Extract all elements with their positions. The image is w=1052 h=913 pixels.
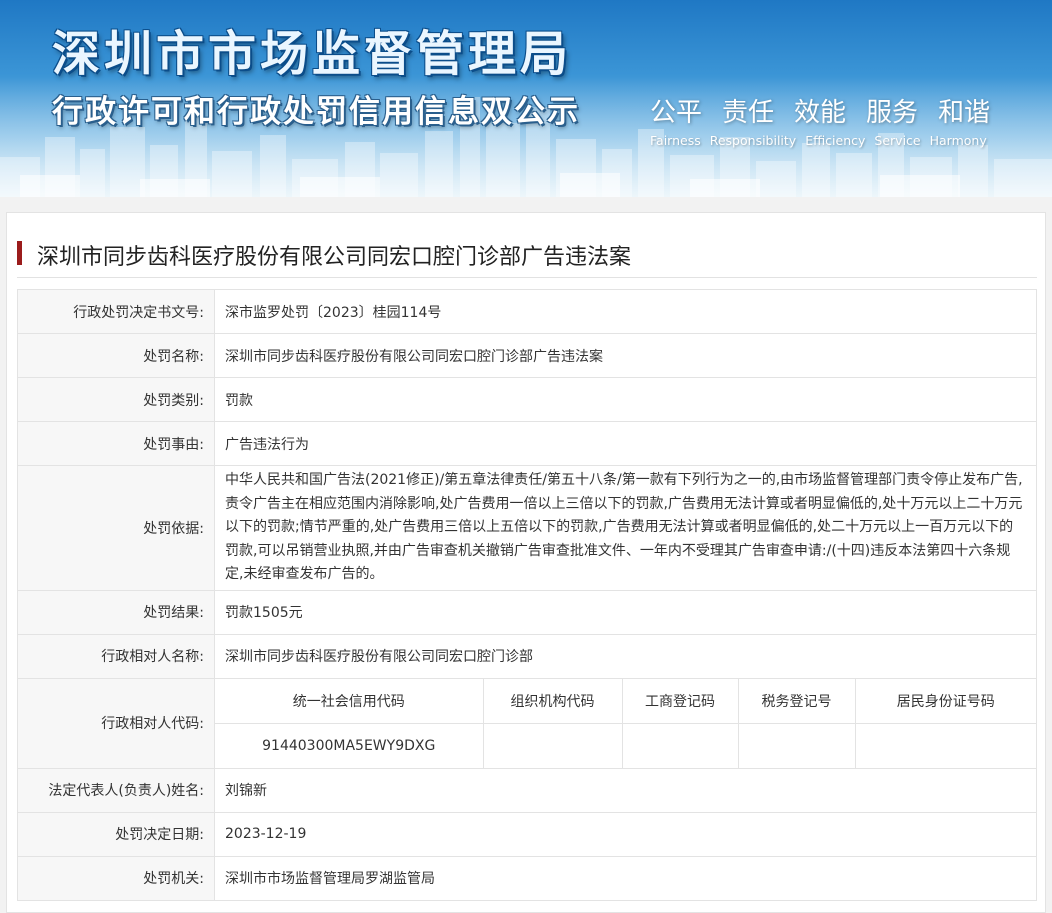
row-label: 处罚决定日期:: [17, 811, 215, 857]
table-row: 处罚机关: 深圳市市场监督管理局罗湖监管局: [17, 855, 1037, 901]
site-title: 深圳市市场监督管理局: [52, 26, 573, 82]
penalty-basis-value: 中华人民共和国广告法(2021修正)/第五章法律责任/第五十八条/第一款有下列行…: [214, 465, 1037, 591]
row-label: 行政处罚决定书文号:: [17, 289, 215, 334]
code-header: 工商登记码: [621, 678, 739, 724]
table-row: 行政相对人名称: 深圳市同步齿科医疗股份有限公司同宏口腔门诊部: [17, 633, 1037, 679]
row-label: 处罚机关:: [17, 855, 215, 901]
table-row: 处罚类别: 罚款: [17, 377, 1037, 422]
row-label: 行政相对人代码:: [17, 677, 215, 769]
slogan-word: 服务: [866, 98, 919, 128]
penalty-result-value: 罚款1505元: [214, 589, 1037, 635]
table-row: 处罚事由: 广告违法行为: [17, 421, 1037, 466]
tax-reg-value: [737, 722, 856, 768]
row-label: 处罚依据:: [17, 465, 215, 591]
code-header: 税务登记号: [737, 678, 856, 724]
decision-date-value: 2023-12-19: [214, 811, 1037, 857]
table-row: 处罚结果: 罚款1505元: [17, 589, 1037, 635]
business-reg-value: [621, 722, 739, 768]
code-value-row: 91440300MA5EWY9DXG: [215, 722, 1036, 768]
header-banner: 深圳市市场监督管理局 行政许可和行政处罚信用信息双公示 公平 责任 效能 服务 …: [0, 0, 1052, 197]
decision-number-value: 深市监罗处罚〔2023〕桂园114号: [214, 289, 1037, 334]
row-label: 行政相对人名称:: [17, 633, 215, 679]
code-header-row: 统一社会信用代码 组织机构代码 工商登记码 税务登记号 居民身份证号码: [215, 678, 1036, 724]
content-panel: 深圳市同步齿科医疗股份有限公司同宏口腔门诊部广告违法案 行政处罚决定书文号: 深…: [6, 212, 1046, 913]
slogan-word: 责任: [722, 98, 775, 128]
penalty-name-value: 深圳市同步齿科医疗股份有限公司同宏口腔门诊部广告违法案: [214, 333, 1037, 378]
row-label: 法定代表人(负责人)姓名:: [17, 767, 215, 813]
slogan-english: Fairness Responsibility Efficiency Servi…: [650, 133, 1020, 148]
site-subtitle: 行政许可和行政处罚信用信息双公示: [52, 94, 580, 130]
slogan-word: 公平: [650, 98, 703, 128]
table-row: 处罚依据: 中华人民共和国广告法(2021修正)/第五章法律责任/第五十八条/第…: [17, 465, 1037, 591]
code-header: 组织机构代码: [482, 678, 623, 724]
table-row: 行政处罚决定书文号: 深市监罗处罚〔2023〕桂园114号: [17, 289, 1037, 334]
party-code-cell: 统一社会信用代码 组织机构代码 工商登记码 税务登记号 居民身份证号码 9144…: [214, 677, 1037, 769]
row-label: 处罚事由:: [17, 421, 215, 466]
slogan-word: 和谐: [938, 98, 991, 128]
case-title: 深圳市同步齿科医疗股份有限公司同宏口腔门诊部广告违法案: [37, 245, 632, 270]
case-header: 深圳市同步齿科医疗股份有限公司同宏口腔门诊部广告违法案: [17, 235, 1037, 278]
row-label: 处罚名称:: [17, 333, 215, 378]
authority-value: 深圳市市场监督管理局罗湖监管局: [214, 855, 1037, 901]
table-row: 处罚决定日期: 2023-12-19: [17, 811, 1037, 857]
penalty-type-value: 罚款: [214, 377, 1037, 422]
code-header: 居民身份证号码: [854, 678, 1036, 724]
legal-rep-value: 刘锦新: [214, 767, 1037, 813]
slogan-word-en: Fairness: [650, 133, 701, 148]
slogan-word-en: Efficiency: [805, 133, 866, 148]
slogan: 公平 责任 效能 服务 和谐 Fairness Responsibility E…: [650, 92, 1020, 148]
slogan-word: 效能: [794, 98, 847, 128]
table-row: 处罚名称: 深圳市同步齿科医疗股份有限公司同宏口腔门诊部广告违法案: [17, 333, 1037, 378]
row-label: 处罚结果:: [17, 589, 215, 635]
slogan-chinese: 公平 责任 效能 服务 和谐: [650, 92, 1020, 129]
party-name-value: 深圳市同步齿科医疗股份有限公司同宏口腔门诊部: [214, 633, 1037, 679]
party-code-table: 统一社会信用代码 组织机构代码 工商登记码 税务登记号 居民身份证号码 9144…: [215, 678, 1036, 768]
slogan-word-en: Harmony: [929, 133, 987, 148]
penalty-info-table: 行政处罚决定书文号: 深市监罗处罚〔2023〕桂园114号 处罚名称: 深圳市同…: [17, 289, 1037, 901]
credit-code-value: 91440300MA5EWY9DXG: [215, 722, 484, 768]
table-row: 行政相对人代码: 统一社会信用代码 组织机构代码 工商登记码 税务登记号 居民身…: [17, 677, 1037, 769]
slogan-word-en: Responsibility: [709, 133, 797, 148]
row-label: 处罚类别:: [17, 377, 215, 422]
table-row: 法定代表人(负责人)姓名: 刘锦新: [17, 767, 1037, 813]
title-accent-bar: [17, 241, 22, 265]
slogan-word-en: Service: [874, 133, 921, 148]
penalty-reason-value: 广告违法行为: [214, 421, 1037, 466]
id-card-value: [854, 722, 1036, 768]
org-code-value: [482, 722, 623, 768]
code-header: 统一社会信用代码: [215, 678, 484, 724]
